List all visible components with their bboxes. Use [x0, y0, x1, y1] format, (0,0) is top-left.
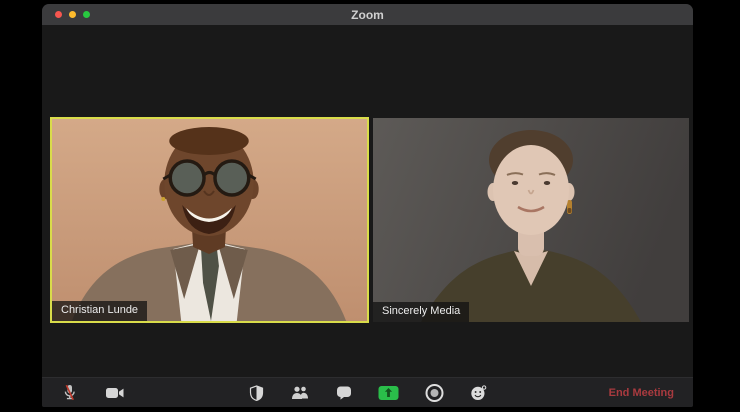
chat-bubble-icon [336, 386, 351, 400]
video-camera-icon [106, 387, 124, 398]
minimize-button[interactable] [69, 11, 76, 18]
video-tile-christian-lunde[interactable]: Christian Lunde [50, 117, 369, 323]
record-button[interactable] [425, 383, 443, 402]
toolbar-center-group [249, 378, 486, 407]
participants-button[interactable] [290, 386, 309, 399]
microphone-muted-icon [64, 384, 75, 401]
security-shield-icon [249, 384, 263, 401]
share-screen-button[interactable] [378, 385, 398, 400]
video-area: Christian Lunde Sincerely Media [42, 25, 693, 378]
toolbar-left-group [62, 378, 124, 407]
reactions-button[interactable] [470, 384, 486, 401]
participant-name-label: Sincerely Media [373, 301, 470, 322]
participant-video-christian-lunde [52, 119, 367, 321]
share-screen-icon [378, 385, 398, 400]
record-icon [425, 383, 443, 402]
participant-name-label: Christian Lunde [52, 300, 148, 321]
titlebar: Zoom [42, 4, 693, 25]
participant-video-sincerely-media [373, 118, 689, 322]
reactions-smiley-icon [470, 384, 486, 400]
window-title: Zoom [351, 7, 384, 22]
zoom-app-window: Zoom Christian Lunde Sincerely Media End… [42, 4, 693, 407]
mute-button[interactable] [62, 384, 77, 401]
traffic-lights [42, 11, 90, 18]
end-meeting-button[interactable]: End Meeting [603, 378, 680, 407]
zoom-window-button[interactable] [83, 11, 90, 18]
video-tile-sincerely-media[interactable]: Sincerely Media [373, 118, 689, 322]
close-button[interactable] [55, 11, 62, 18]
participants-icon [291, 386, 308, 399]
desktop-background: Zoom Christian Lunde Sincerely Media End… [0, 0, 740, 412]
security-button[interactable] [249, 384, 263, 401]
stop-video-button[interactable] [106, 387, 124, 399]
meeting-toolbar: End Meeting [42, 377, 693, 407]
chat-button[interactable] [336, 386, 351, 400]
